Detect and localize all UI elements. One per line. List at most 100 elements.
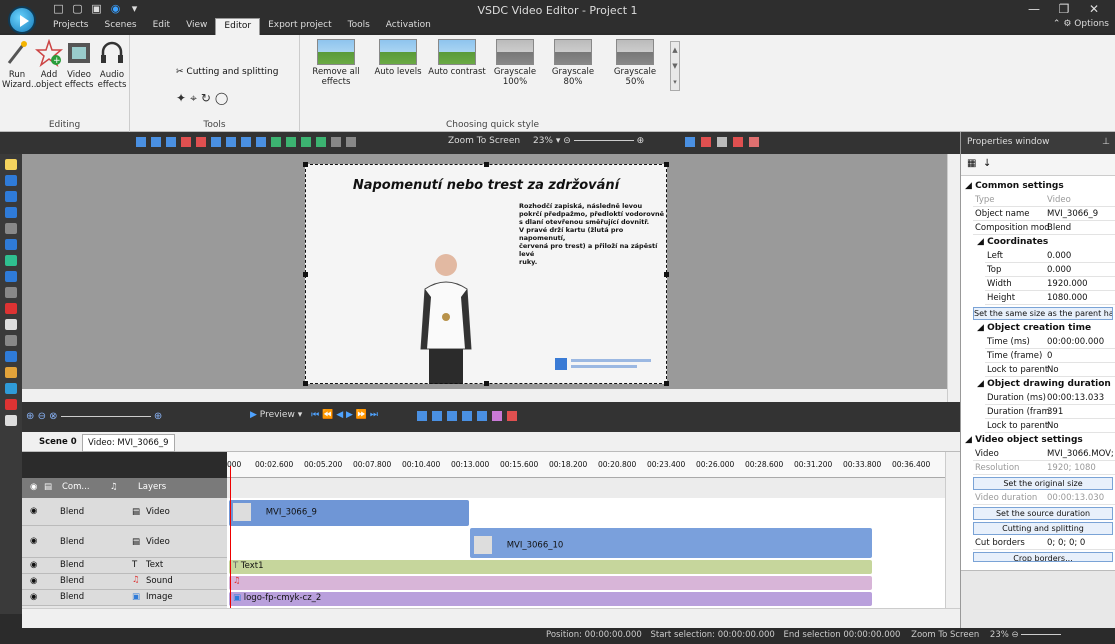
marker-red-icon[interactable] [507, 411, 517, 421]
crop-borders-button[interactable]: Crop borders... [973, 552, 1113, 562]
move-up-icon[interactable] [271, 137, 281, 147]
preview-button[interactable]: Preview [260, 410, 295, 420]
preview-vertical-scrollbar[interactable] [947, 154, 960, 402]
visibility-eye-icon[interactable]: ◉ [30, 536, 37, 546]
prop-cut-borders[interactable]: Cut borders 0; 0; 0; 0 [973, 537, 1115, 550]
timeline-ruler[interactable]: 000 00:02.600 00:05.200 00:07.800 00:10.… [227, 452, 945, 478]
open-project-icon[interactable]: ▢ [71, 2, 84, 18]
blend-mode[interactable]: Blend [60, 537, 84, 547]
align-bottom-icon[interactable] [211, 137, 221, 147]
run-wizard-button[interactable]: Run Wizard... [2, 39, 39, 90]
resize-handle-tr[interactable] [664, 162, 669, 167]
zoom-to-screen-button[interactable]: Zoom To Screen [448, 136, 520, 146]
blend-mode[interactable]: Blend [60, 576, 84, 586]
prop-composition-mode[interactable]: Composition mod Blend [973, 222, 1115, 235]
restore-icon[interactable]: ❐ [1049, 2, 1079, 16]
move-down-icon[interactable] [286, 137, 296, 147]
preview-dropdown-icon[interactable]: ▾ [298, 410, 303, 420]
timeline-zoom-out-icon[interactable]: ⊖ [38, 411, 46, 422]
sort-az-icon[interactable]: ↓ [983, 158, 991, 169]
go-end-icon[interactable]: ⏭ [370, 410, 378, 420]
ellipse-tool-icon[interactable] [5, 239, 17, 250]
clip-mvi-3066-9[interactable]: MVI_3066_9 [229, 500, 469, 526]
minimize-icon[interactable]: — [1019, 2, 1049, 16]
resize-handle-tl[interactable] [303, 162, 308, 167]
clip-sound[interactable]: ♫ [229, 576, 872, 590]
prop-duration-frame[interactable]: Duration (fram 391 [985, 406, 1115, 419]
prop-top[interactable]: Top 0.000 [985, 264, 1115, 277]
video-object-settings-section[interactable]: ◢ Video object settings [965, 434, 1108, 447]
align-right-icon[interactable] [166, 137, 176, 147]
group-icon[interactable] [331, 137, 341, 147]
prop-width[interactable]: Width 1920.000 [985, 278, 1115, 291]
preview-area[interactable]: Napomenutí nebo trest za zdržování Rozho… [22, 154, 947, 389]
track-row[interactable]: ◉ Blend ▤ Video [22, 526, 227, 558]
add-object-button[interactable]: + Add object [34, 39, 64, 90]
link-icon[interactable] [477, 411, 487, 421]
blend-mode[interactable]: Blend [60, 560, 84, 570]
align-center-icon[interactable] [151, 137, 161, 147]
timeline-zoom-max-icon[interactable]: ⊕ [154, 411, 162, 422]
quick-style-scroll[interactable]: ▲ ▼ ▾ [670, 41, 680, 91]
visibility-eye-icon[interactable]: ◉ [30, 576, 37, 586]
rotate-icon[interactable]: ↻ [201, 91, 215, 105]
spline-tool-icon[interactable] [5, 335, 17, 346]
visibility-eye-icon[interactable]: ◉ [30, 592, 37, 602]
resize-handle-br[interactable] [664, 381, 669, 386]
step-forward-icon[interactable]: ⏩ [356, 410, 367, 420]
export-icon[interactable]: ◉ [109, 2, 122, 18]
distribute-icon[interactable] [226, 137, 236, 147]
zoom-in-icon[interactable]: ⊕ [637, 136, 645, 146]
tab-video-object[interactable]: Video: MVI_3066_9 [82, 434, 175, 452]
line-tool-icon[interactable] [5, 287, 17, 298]
tab-scene-0[interactable]: Scene 0 [34, 434, 82, 452]
pin-icon[interactable]: ⊥ [1102, 137, 1110, 147]
qat-dropdown-icon[interactable]: ▾ [128, 2, 141, 18]
prop-height[interactable]: Height 1080.000 [985, 292, 1115, 305]
common-settings-section[interactable]: ◢ Common settings [965, 180, 1108, 193]
tab-view[interactable]: View [178, 18, 215, 35]
tab-editor[interactable]: Editor [215, 18, 261, 35]
timeline-zoom-in-icon[interactable]: ⊕ [26, 411, 34, 422]
clip-logo-image[interactable]: ▣ logo-fp-cmyk-cz_2 [229, 592, 872, 606]
cutting-splitting-prop-button[interactable]: Cutting and splitting [973, 522, 1113, 535]
tab-export-project[interactable]: Export project [260, 18, 340, 35]
collapse-ribbon-icon[interactable]: ⌃ [1053, 19, 1061, 29]
image-tool-icon[interactable] [5, 383, 17, 394]
same-height-icon[interactable] [256, 137, 266, 147]
prop-lock-to-parent-2[interactable]: Lock to parent No [985, 420, 1115, 433]
quick-style-remove-all[interactable]: Remove all effects [308, 39, 364, 87]
play-icon[interactable]: ▶ [250, 410, 257, 420]
resize-handle-t[interactable] [484, 162, 489, 167]
marker-icon[interactable] [733, 137, 743, 147]
track-row[interactable]: ◉ Blend ♫ Sound [22, 574, 227, 590]
track-row[interactable]: ◉ Blend ▤ Video [22, 498, 227, 526]
app-logo-icon[interactable] [8, 6, 36, 34]
clip-mvi-3066-10[interactable]: MVI_3066_10 [470, 528, 872, 558]
creation-time-section[interactable]: ◢ Object creation time [977, 322, 1115, 335]
prop-object-name[interactable]: Object name MVI_3066_9 [973, 208, 1115, 221]
track-row[interactable]: ◉ Blend ▣ Image [22, 590, 227, 606]
same-size-button[interactable]: Set the same size as the parent has [973, 307, 1113, 320]
next-frame-icon[interactable]: ▶ [346, 410, 353, 420]
visibility-eye-icon[interactable]: ◉ [30, 506, 37, 516]
subtitle-tool-icon[interactable] [5, 303, 17, 314]
video-effects-button[interactable]: Video effects [64, 39, 94, 90]
crop-icon[interactable]: ⌖ [190, 91, 201, 105]
go-start-icon[interactable]: ⏮ [311, 410, 319, 420]
track-row[interactable]: ◉ Blend T Text [22, 558, 227, 574]
lock-icon[interactable]: ▤ [44, 482, 52, 492]
save-icon[interactable]: ▣ [90, 2, 103, 18]
chart-tool-icon[interactable] [5, 351, 17, 362]
curve-tool-icon[interactable] [5, 223, 17, 234]
safe-area-icon[interactable] [701, 137, 711, 147]
split-icon[interactable]: ✦ [176, 91, 190, 105]
close-icon[interactable]: ✕ [1079, 2, 1109, 16]
prop-left[interactable]: Left 0.000 [985, 250, 1115, 263]
video-tool-icon[interactable] [5, 415, 17, 426]
shape-tool-icon[interactable] [5, 191, 17, 202]
same-width-icon[interactable] [241, 137, 251, 147]
audio-tool-icon[interactable] [5, 399, 17, 410]
quick-style-grayscale-100[interactable]: Grayscale 100% [490, 39, 540, 87]
timeline-zoom-fit-icon[interactable]: ⊗ [49, 411, 57, 422]
